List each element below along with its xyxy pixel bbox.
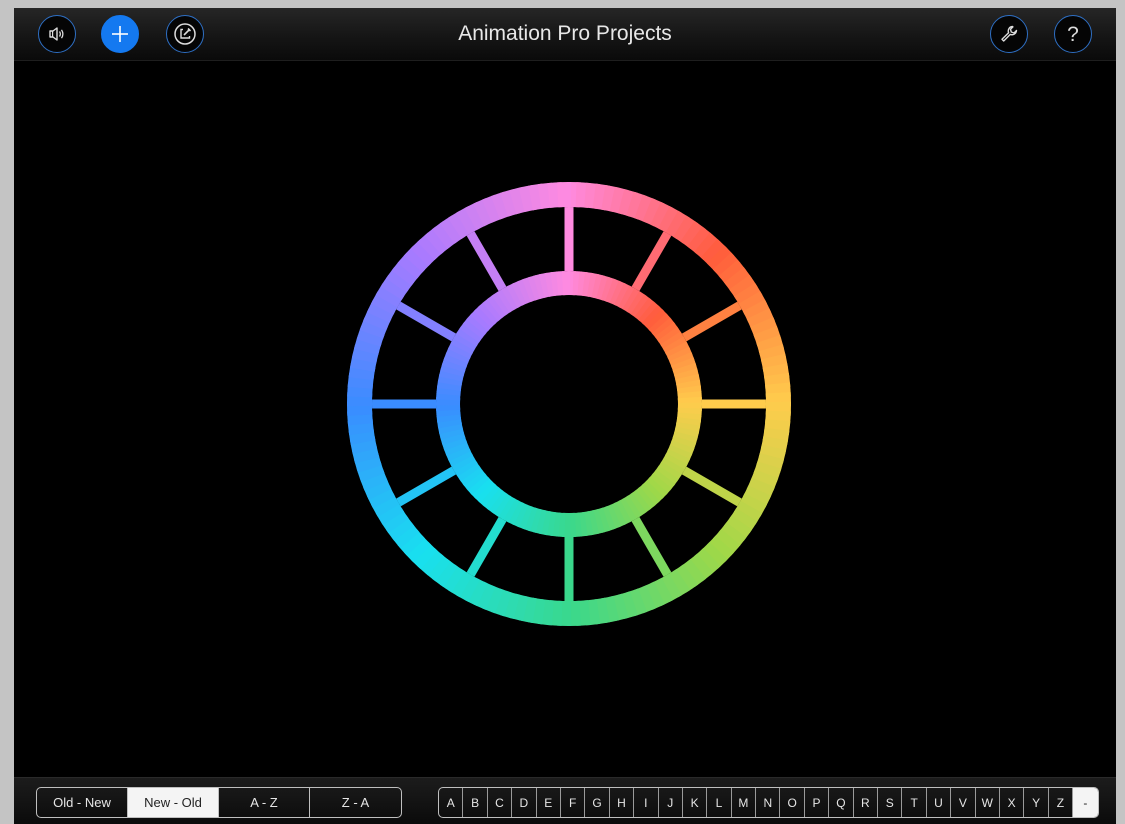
sort-segmented-control: Old - New New - Old A - Z Z - A	[36, 787, 402, 818]
alphabet-letter-b-button[interactable]: B	[463, 788, 488, 817]
alphabet-letter-m-button[interactable]: M	[732, 788, 757, 817]
plus-icon	[110, 24, 130, 44]
sort-z-a-button[interactable]: Z - A	[310, 788, 401, 817]
alphabet-letter-q-button[interactable]: Q	[829, 788, 854, 817]
alphabet-letter-g-button[interactable]: G	[585, 788, 610, 817]
color-wheel-logo	[346, 182, 791, 626]
app-window: Animation Pro Projects ? Old - New New -…	[14, 8, 1116, 824]
alphabet-letter-y-button[interactable]: Y	[1024, 788, 1049, 817]
alphabet-letter-f-button[interactable]: F	[561, 788, 586, 817]
sort-a-z-button[interactable]: A - Z	[219, 788, 310, 817]
alphabet-letter-z-button[interactable]: Z	[1049, 788, 1074, 817]
alphabet-letter-s-button[interactable]: S	[878, 788, 903, 817]
alphabet-letter-l-button[interactable]: L	[707, 788, 732, 817]
alphabet-letter-j-button[interactable]: J	[659, 788, 683, 817]
sort-new-old-button[interactable]: New - Old	[128, 788, 219, 817]
alphabet-letter-i-button[interactable]: I	[634, 788, 659, 817]
edit-button[interactable]	[166, 15, 204, 53]
alphabet-dash-button[interactable]: -	[1073, 788, 1098, 817]
alphabet-letter-u-button[interactable]: U	[927, 788, 952, 817]
alphabet-letter-e-button[interactable]: E	[537, 788, 561, 817]
alphabet-letter-o-button[interactable]: O	[780, 788, 805, 817]
alphabet-letter-c-button[interactable]: C	[488, 788, 513, 817]
alphabet-letter-p-button[interactable]: P	[805, 788, 830, 817]
alphabet-letter-r-button[interactable]: R	[854, 788, 879, 817]
alphabet-letter-x-button[interactable]: X	[1000, 788, 1025, 817]
help-button[interactable]: ?	[1054, 15, 1092, 53]
alphabet-letter-v-button[interactable]: V	[951, 788, 976, 817]
alphabet-index-bar: ABCDEFGHIJKLMNOPQRSTUVWXYZ-	[438, 787, 1099, 818]
alphabet-letter-n-button[interactable]: N	[756, 788, 781, 817]
alphabet-letter-w-button[interactable]: W	[976, 788, 1000, 817]
edit-icon	[173, 22, 197, 46]
add-project-button[interactable]	[101, 15, 139, 53]
settings-button[interactable]	[990, 15, 1028, 53]
alphabet-letter-k-button[interactable]: K	[683, 788, 708, 817]
alphabet-letter-h-button[interactable]: H	[610, 788, 635, 817]
alphabet-letter-a-button[interactable]: A	[439, 788, 464, 817]
top-toolbar: Animation Pro Projects ?	[14, 8, 1116, 61]
alphabet-letter-t-button[interactable]: T	[902, 788, 927, 817]
help-icon: ?	[1067, 22, 1079, 46]
alphabet-letter-d-button[interactable]: D	[512, 788, 537, 817]
sort-old-new-button[interactable]: Old - New	[37, 788, 128, 817]
wrench-icon	[999, 24, 1019, 44]
bottom-toolbar: Old - New New - Old A - Z Z - A ABCDEFGH…	[14, 777, 1116, 824]
speaker-icon	[48, 26, 66, 42]
sound-button[interactable]	[38, 15, 76, 53]
